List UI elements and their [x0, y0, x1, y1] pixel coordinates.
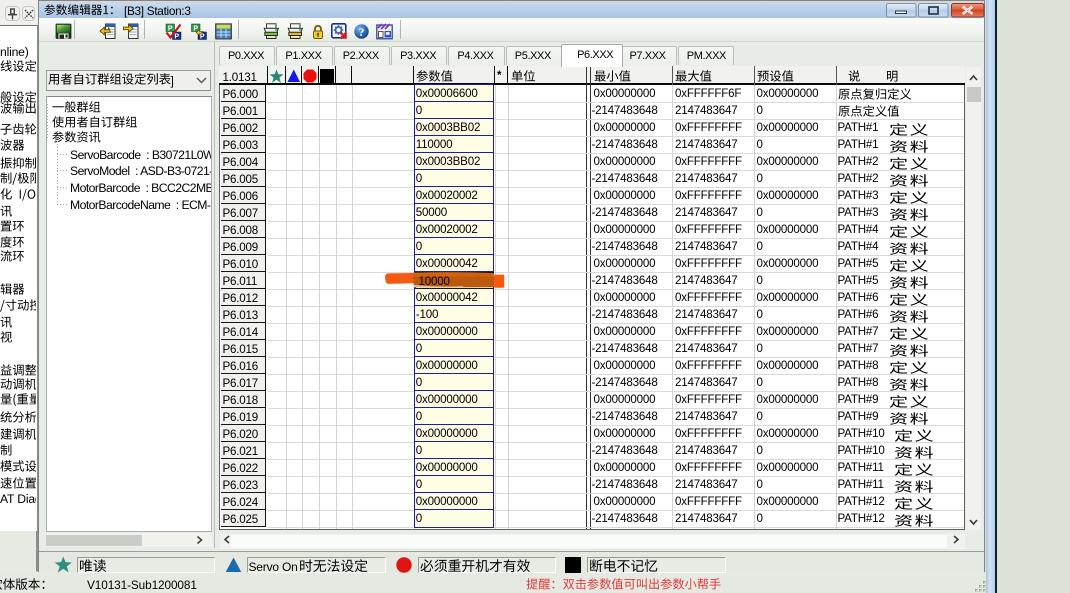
svg-text:?: ?: [359, 26, 365, 38]
svg-text:P: P: [200, 34, 205, 41]
svg-text:P: P: [174, 34, 179, 41]
svg-text:P: P: [167, 26, 172, 33]
